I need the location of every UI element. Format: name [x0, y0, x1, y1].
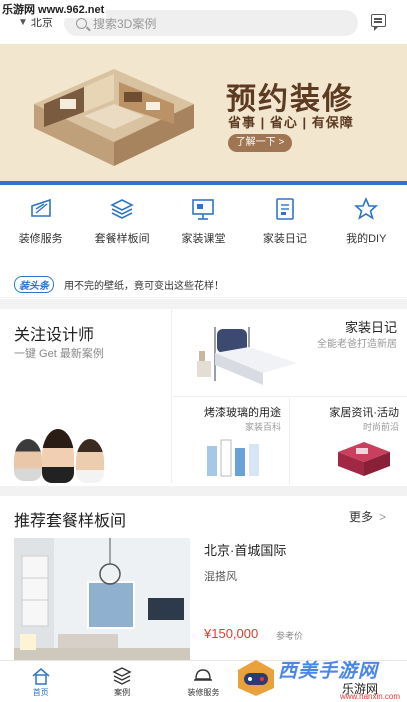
quick-nav-decor-service[interactable]: 装修服务 — [0, 188, 81, 260]
bed-image — [197, 327, 297, 385]
quick-nav-diary[interactable]: 家装日记 — [244, 188, 325, 260]
quick-nav: 装修服务 套餐样板间 家装课堂 家装日记 我的DIY — [0, 188, 407, 260]
quick-nav-package-room[interactable]: 套餐样板间 — [81, 188, 162, 260]
tab-label: 案例 — [114, 688, 131, 697]
home-news-image — [338, 442, 390, 476]
promo-banner[interactable]: 预约装修 省事 | 省心 | 有保障 了解一下 > — [0, 44, 407, 181]
glass-product-image — [207, 439, 259, 477]
location-arrow-icon: ▼ — [18, 16, 28, 28]
designer-title: 关注设计师 — [14, 327, 95, 344]
designer-avatars — [12, 429, 112, 483]
designer-card[interactable]: 关注设计师 一键 Get 最新案例 — [0, 309, 172, 483]
home-news-card[interactable]: 家居资讯·活动 时尚前沿 — [290, 398, 407, 484]
card-subtitle: 时尚前沿 — [362, 422, 399, 432]
tab-label: 装修服务 — [187, 688, 220, 697]
quick-nav-label: 家装日记 — [262, 233, 307, 245]
decor-service-icon — [30, 198, 51, 217]
avatar — [14, 439, 42, 481]
tab-home[interactable]: 首页 — [0, 661, 81, 702]
card-title: 烤漆玻璃的用途 — [204, 407, 281, 419]
news-text: 用不完的壁纸，竟可变出这些花样！ — [64, 281, 224, 292]
quick-nav-label: 套餐样板间 — [94, 233, 150, 245]
avatar — [42, 429, 74, 483]
more-label: 更多 — [349, 510, 374, 524]
bottom-watermark: 西美手游网 乐游网 www.hanxin.com — [230, 652, 407, 702]
recommend-name: 北京·首城国际 — [204, 543, 287, 558]
search-input[interactable]: 搜索3D案例 — [64, 10, 358, 36]
tab-label: 首页 — [32, 688, 49, 697]
quick-nav-label: 装修服务 — [18, 233, 63, 245]
diary-card[interactable]: 家装日记 全能老爸打造新居 — [173, 309, 407, 397]
diary-icon — [276, 198, 294, 220]
section-divider — [0, 299, 407, 309]
top-watermark: 乐游网 www.962.net — [0, 0, 107, 18]
section-divider — [0, 486, 407, 496]
news-ticker[interactable]: 装头条 用不完的壁纸，竟可变出这些花样！ — [0, 272, 407, 298]
watermark-brand: 西美手游网 — [278, 661, 379, 682]
home-icon — [32, 668, 50, 685]
helmet-icon — [194, 669, 213, 681]
card-title: 家居资讯·活动 — [329, 407, 399, 419]
gamepad-logo-icon — [238, 660, 274, 696]
card-subtitle: 家装百科 — [244, 422, 281, 432]
banner-learn-more-button[interactable]: 了解一下 > — [228, 134, 292, 152]
house-3d-illustration — [34, 69, 194, 166]
glass-article-card[interactable]: 烤漆玻璃的用途 家装百科 — [173, 398, 290, 484]
diary-subtitle: 全能老爸打造新居 — [317, 339, 397, 350]
search-icon — [76, 17, 87, 29]
chevron-right-icon: > — [379, 510, 387, 524]
quick-nav-label: 我的DIY — [346, 233, 387, 245]
tab-cases[interactable]: 案例 — [81, 661, 162, 702]
layers-icon — [110, 199, 134, 219]
price-note: 参考价 — [276, 631, 304, 641]
living-room-illustration — [14, 538, 190, 662]
cube-icon — [112, 667, 132, 685]
sample-room-image[interactable] — [14, 538, 190, 662]
recommend-title: 推荐套餐样板间 — [14, 513, 127, 530]
banner-underline — [0, 181, 407, 185]
quick-nav-classroom[interactable]: 家装课堂 — [163, 188, 244, 260]
news-tag: 装头条 — [14, 276, 54, 293]
watermark-url: www.hanxin.com — [340, 692, 401, 701]
recommend-price: ¥150,000 — [204, 626, 259, 641]
star-diy-icon — [354, 196, 379, 220]
classroom-icon — [192, 199, 215, 220]
message-icon[interactable] — [371, 14, 386, 31]
quick-nav-diy[interactable]: 我的DIY — [326, 188, 407, 260]
banner-subtitle: 省事 | 省心 | 有保障 — [228, 115, 354, 130]
avatar — [76, 439, 104, 483]
recommend-more-link[interactable]: 更多 > — [349, 508, 386, 525]
designer-subtitle: 一键 Get 最新案例 — [14, 348, 104, 360]
quick-nav-label: 家装课堂 — [181, 233, 226, 245]
recommend-style: 混搭风 — [204, 571, 237, 583]
diary-title: 家装日记 — [344, 320, 397, 335]
